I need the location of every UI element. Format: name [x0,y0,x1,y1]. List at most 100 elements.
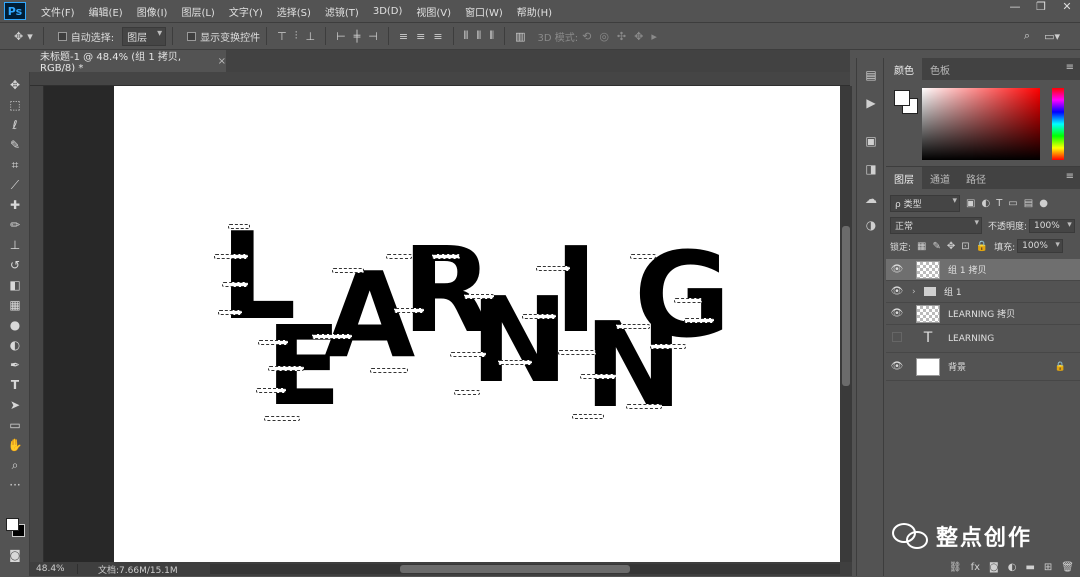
align-bottom-icon[interactable]: ⊥ [305,30,315,43]
tab-channels[interactable]: 通道 [922,167,958,189]
libraries-panel-icon[interactable]: ☁ [863,192,879,208]
zoom-tool-icon[interactable]: ⌕ [6,456,24,474]
lock-pixels-icon[interactable]: ✎ [933,241,941,252]
restore-button[interactable]: ❐ [1028,0,1054,18]
tab-swatches[interactable]: 色板 [922,58,958,80]
filter-toggle-icon[interactable]: ● [1039,198,1048,209]
menu-help[interactable]: 帮助(H) [510,4,559,19]
zoom-level[interactable]: 48.4% [30,564,78,574]
distribute-right-icon[interactable]: ⦀ [489,29,494,43]
visibility-eye-icon[interactable]: 👁 [886,308,908,319]
distribute-hcenter-icon[interactable]: ⦀ [476,29,481,43]
add-mask-icon[interactable]: ◙ [989,562,999,573]
workspace-icon[interactable]: ▭▾ [1044,30,1060,43]
layer-filter-dropdown[interactable]: ρ 类型 [890,195,960,212]
close-button[interactable]: ✕ [1054,0,1080,18]
filter-shape-icon[interactable]: ▭ [1008,198,1017,209]
history-brush-tool-icon[interactable]: ↺ [6,256,24,274]
dodge-tool-icon[interactable]: ◐ [6,336,24,354]
visibility-eye-icon[interactable]: 👁 [886,361,908,372]
lock-artboard-icon[interactable]: ⊡ [961,241,969,252]
marquee-tool-icon[interactable]: ⬚ [6,96,24,114]
layer-name[interactable]: LEARNING 拷贝 [948,307,1015,320]
distribute-left-icon[interactable]: ⦀ [464,29,469,43]
auto-select-checkbox[interactable] [57,31,67,41]
menu-layer[interactable]: 图层(L) [174,4,221,19]
layer-name[interactable]: LEARNING [948,334,994,344]
layer-name[interactable]: 背景 [948,360,966,373]
align-top-icon[interactable]: ⊤ [277,30,287,43]
lock-transparent-icon[interactable]: ▦ [917,241,926,252]
eyedropper-tool-icon[interactable]: ⟋ [6,176,24,194]
layer-row[interactable]: 👁 组 1 拷贝 [886,259,1080,281]
tab-color[interactable]: 颜色 [886,58,922,80]
vertical-scrollbar[interactable] [840,86,852,562]
color-saturation-field[interactable] [922,88,1040,160]
quick-mask-icon[interactable]: ◙ [6,546,24,564]
menu-edit[interactable]: 编辑(E) [82,4,130,19]
layer-row[interactable]: 👁 背景 🔒 [886,353,1080,381]
layer-row[interactable]: 👁 › 组 1 [886,281,1080,303]
color-panel-swatches[interactable] [894,90,920,116]
more-tools-icon[interactable]: ··· [6,476,24,494]
layer-row[interactable]: T LEARNING [886,325,1080,353]
hue-slider[interactable] [1052,88,1064,160]
layer-name[interactable]: 组 1 拷贝 [948,263,986,276]
layer-style-icon[interactable]: fx [971,562,980,573]
eraser-tool-icon[interactable]: ◧ [6,276,24,294]
close-icon[interactable]: × [218,56,226,67]
filter-pixel-icon[interactable]: ▣ [966,198,975,209]
visibility-eye-icon[interactable]: 👁 [886,264,908,275]
menu-type[interactable]: 文字(Y) [222,4,270,19]
3d-slide-icon[interactable]: ✥ [634,30,643,43]
tab-paths[interactable]: 路径 [958,167,994,189]
gradient-tool-icon[interactable]: ▦ [6,296,24,314]
3d-pan-icon[interactable]: ✣ [617,30,626,43]
healing-tool-icon[interactable]: ✚ [6,196,24,214]
menu-select[interactable]: 选择(S) [270,4,318,19]
document-tab[interactable]: 未标题-1 @ 48.4% (组 1 拷贝, RGB/8) * × [30,50,226,74]
layer-name[interactable]: 组 1 [944,285,962,298]
actions-panel-icon[interactable]: ▶ [863,96,879,112]
menu-file[interactable]: 文件(F) [34,4,82,19]
horizontal-scroll-thumb[interactable] [400,565,630,573]
canvas-area[interactable]: L E A R N I N G [44,86,840,562]
show-transform-option[interactable]: 显示变换控件 [187,29,260,44]
crop-tool-icon[interactable]: ⌗ [6,156,24,174]
menu-view[interactable]: 视图(V) [409,4,458,19]
align-hcenter-icon[interactable]: ╪ [354,30,361,43]
visibility-off-box[interactable] [886,332,908,345]
history-panel-icon[interactable]: ▤ [863,68,879,84]
auto-select-option[interactable]: 自动选择: [57,29,114,44]
link-layers-icon[interactable]: ⛓ [949,562,962,573]
new-layer-icon[interactable]: ⊞ [1044,562,1052,573]
path-select-tool-icon[interactable]: ➤ [6,396,24,414]
chevron-right-icon[interactable]: › [912,287,922,297]
move-tool-icon[interactable]: ✥ [14,30,23,43]
layer-row[interactable]: 👁 LEARNING 拷贝 [886,303,1080,325]
3d-orbit-icon[interactable]: ⟲ [582,30,591,43]
lasso-tool-icon[interactable]: ℓ [6,116,24,134]
3d-roll-icon[interactable]: ◎ [599,30,609,43]
new-group-icon[interactable]: ▬ [1025,562,1034,573]
foreground-color-swatch[interactable] [894,90,910,106]
align-right-icon[interactable]: ⊣ [368,30,378,43]
auto-align-icon[interactable]: ▥ [515,30,525,43]
pen-tool-icon[interactable]: ✒ [6,356,24,374]
panel-menu-icon[interactable]: ≡ [1066,62,1074,73]
blur-tool-icon[interactable]: ● [6,316,24,334]
filter-smart-icon[interactable]: ▤ [1024,198,1033,209]
type-tool-icon[interactable]: T [6,376,24,394]
show-transform-checkbox[interactable] [187,31,197,41]
fill-input[interactable]: 100% [1017,239,1063,253]
filter-adjustment-icon[interactable]: ◐ [981,198,990,209]
rectangle-tool-icon[interactable]: ▭ [6,416,24,434]
distribute-vcenter-icon[interactable]: ≡ [416,30,425,43]
lock-all-icon[interactable]: 🔒 [976,241,988,252]
filter-type-icon[interactable]: T [996,198,1002,209]
visibility-eye-icon[interactable]: 👁 [886,286,908,297]
properties-panel-icon[interactable]: ▣ [863,134,879,150]
menu-image[interactable]: 图像(I) [130,4,175,19]
menu-3d[interactable]: 3D(D) [366,6,410,17]
hand-tool-icon[interactable]: ✋ [6,436,24,454]
